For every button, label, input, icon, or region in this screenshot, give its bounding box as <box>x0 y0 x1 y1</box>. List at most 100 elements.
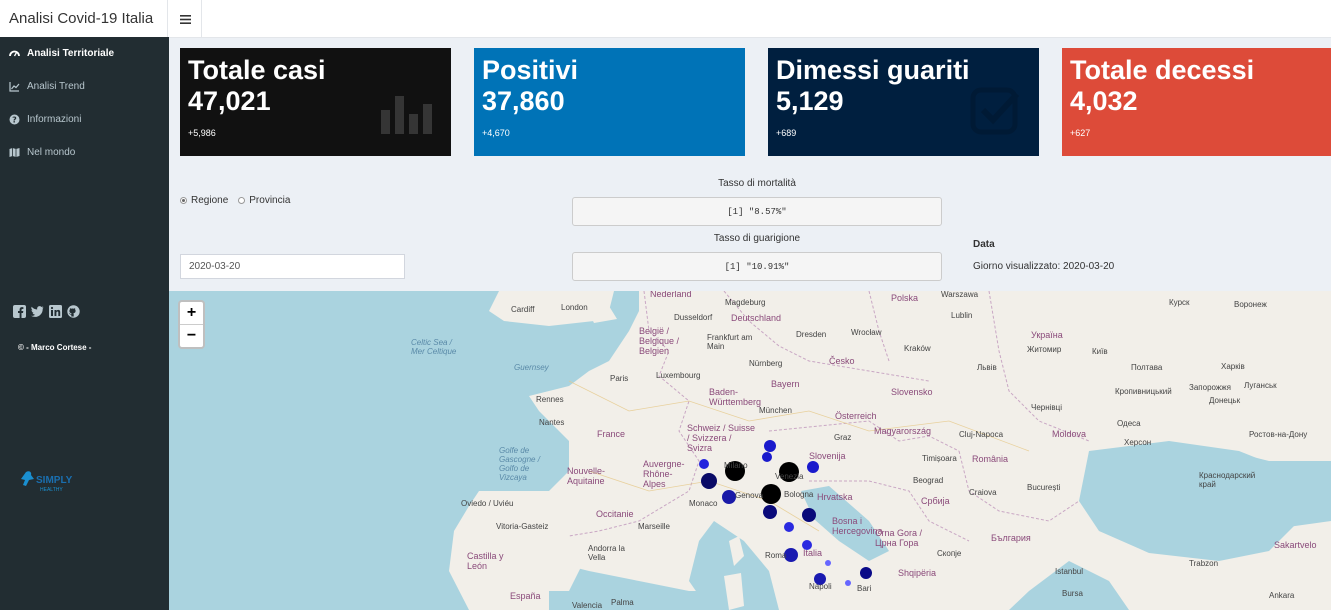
map-label: Celtic Sea / Mer Celtique <box>411 338 457 356</box>
box-value: 4,032 <box>1070 86 1138 116</box>
map-label: Србија <box>921 496 950 506</box>
box-value: 37,860 <box>482 86 565 116</box>
radio-indicator[interactable] <box>180 197 187 204</box>
recovery-label: Tasso di guarigione <box>713 233 801 244</box>
map-view[interactable]: Nederland Magdeburg Polska Warszawa Card… <box>169 291 1331 610</box>
map-label: Roma <box>765 551 787 560</box>
zoom-in-button[interactable]: + <box>180 302 203 325</box>
sidebar-item-label: Nel mondo <box>27 146 76 158</box>
box-value: 47,021 <box>188 86 271 116</box>
map-label: Dusseldorf <box>674 313 713 322</box>
map-label: Ankara <box>1269 591 1295 600</box>
sidebar: Analisi Territoriale Analisi Trend ? Inf… <box>0 37 169 610</box>
map-label: Crna Gora / Црна Гора <box>875 528 923 548</box>
hamburger-icon <box>179 11 191 27</box>
map-label: Nantes <box>539 418 565 427</box>
map-label: Київ <box>1092 347 1108 356</box>
map-label: Frankfurt am Main <box>707 333 753 351</box>
map-label: Львів <box>977 363 997 372</box>
map-label: Bayern <box>771 379 800 389</box>
recovery-output: [1] "10.91%" <box>572 252 942 281</box>
radio-label: Regione <box>191 195 229 206</box>
map-label: Guernsey <box>514 363 549 372</box>
map-label: Полтава <box>1131 363 1163 372</box>
map-icon <box>9 147 20 158</box>
map-label: Bari <box>857 584 872 593</box>
radio-regione[interactable]: Regione <box>180 195 228 206</box>
map-label: Lublin <box>951 311 973 320</box>
box-title: Positivi <box>482 55 579 85</box>
map-zoom-control: + − <box>178 300 205 349</box>
map-label: Monaco <box>689 499 718 508</box>
map-label: Moldova <box>1052 429 1087 439</box>
map-label: Ростов-на-Дону <box>1249 430 1308 439</box>
data-heading: Data <box>973 239 995 250</box>
map-label: Курск <box>1169 298 1190 307</box>
map-label: Marseille <box>638 522 671 531</box>
box-title: Totale decessi <box>1070 55 1255 85</box>
sidebar-item-label: Analisi Territoriale <box>27 47 115 59</box>
map-label: Österreich <box>835 411 877 421</box>
radio-indicator[interactable] <box>238 197 246 204</box>
map-label: Кропивницький <box>1115 387 1172 396</box>
twitter-icon[interactable] <box>31 305 44 318</box>
box-value: 5,129 <box>776 86 844 116</box>
radio-provincia[interactable]: Provincia <box>238 195 290 206</box>
map-label: Magdeburg <box>725 298 766 307</box>
map-label: Italia <box>803 548 823 558</box>
sidebar-item-label: Analisi Trend <box>27 80 85 92</box>
sidebar-toggle-button[interactable] <box>169 0 202 37</box>
map-label: Nederland <box>650 291 692 299</box>
sidebar-item-nel-mondo[interactable]: Nel mondo <box>0 141 169 163</box>
map-label: Baden-Württemberg <box>709 387 762 407</box>
map-label: Craiova <box>969 488 997 497</box>
map-label: Beograd <box>913 476 944 485</box>
deaths-box: Totale decessi 4,032 +627 <box>1062 48 1331 156</box>
map-label: Харків <box>1221 362 1245 371</box>
sidebar-item-analisi-territoriale[interactable]: Analisi Territoriale <box>0 42 169 64</box>
positive-cases-box: Positivi 37,860 +4,670 <box>474 48 745 156</box>
map-label: Schweiz / Suisse / Svizzera / Svizra <box>687 423 756 453</box>
svg-text:?: ? <box>12 115 17 124</box>
check-square-icon <box>969 84 1023 143</box>
map-label: Nouvelle-Aquitaine <box>567 466 606 486</box>
sidebar-item-informazioni[interactable]: ? Informazioni <box>0 108 169 130</box>
map-label: Castilla y León <box>467 551 504 571</box>
line-chart-icon <box>9 81 20 92</box>
question-circle-icon: ? <box>9 114 20 125</box>
map-label: Venezia <box>775 472 804 481</box>
box-title: Totale casi <box>188 55 326 85</box>
map-label: Скопје <box>937 549 962 558</box>
map-label: Bologna <box>784 490 814 499</box>
box-delta: +4,670 <box>482 128 510 138</box>
map-label: Vitoria-Gasteiz <box>496 522 549 531</box>
map-label: Luxembourg <box>656 371 701 380</box>
svg-text:HEALTHY: HEALTHY <box>40 487 63 493</box>
map-label: Чернівці <box>1031 403 1063 412</box>
map-label: Istanbul <box>1055 567 1084 576</box>
map-label: Palma <box>611 598 634 607</box>
mortality-output: [1] "8.57%" <box>572 197 942 226</box>
map-label: Graz <box>834 433 852 442</box>
date-input[interactable] <box>180 254 405 279</box>
author-credit: © - Marco Cortese - <box>18 343 92 352</box>
box-delta: +627 <box>1070 128 1091 138</box>
map-label: Україна <box>1031 330 1063 340</box>
zoom-out-button[interactable]: − <box>180 325 203 347</box>
dashboard-icon <box>9 48 20 59</box>
linkedin-icon[interactable] <box>49 305 62 318</box>
sidebar-item-analisi-trend[interactable]: Analisi Trend <box>0 75 169 97</box>
map-label: Milano <box>724 461 748 470</box>
facebook-icon[interactable] <box>13 305 26 318</box>
svg-text:SIMPLY: SIMPLY <box>36 475 73 486</box>
map-label: Bosna i Hercegovina <box>832 516 883 536</box>
map-label: Andorra la Vella <box>588 544 625 562</box>
github-icon[interactable] <box>67 305 80 318</box>
box-delta: +689 <box>776 128 797 138</box>
map-label: Dresden <box>796 330 827 339</box>
map-label: Херсон <box>1124 438 1152 447</box>
app-title: Analisi Covid-19 Italia <box>0 0 168 37</box>
map-label: London <box>561 303 588 312</box>
map-label: Nürnberg <box>749 359 783 368</box>
box-delta: +5,986 <box>188 128 216 138</box>
